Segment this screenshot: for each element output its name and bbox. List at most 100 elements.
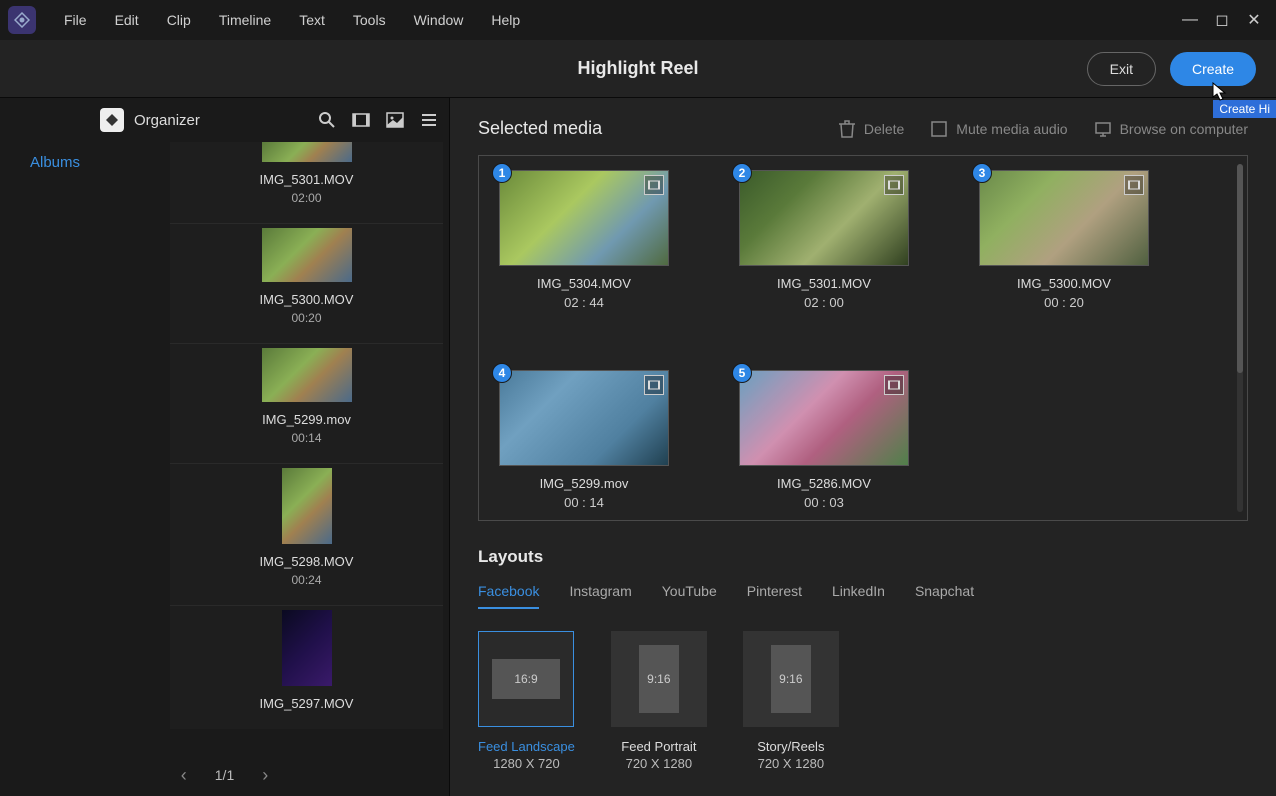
menu-text[interactable]: Text [285,6,339,34]
layout-name: Feed Portrait [611,739,707,754]
menu-window[interactable]: Window [400,6,478,34]
selected-item[interactable]: 1IMG_5304.MOV02 : 44 [499,170,669,310]
organizer-panel: Organizer Albums IMG_5301.MOV02:00IMG_53… [0,98,450,796]
media-thumbnail [282,468,332,544]
aspect-ratio-label: 9:16 [771,645,811,713]
browse-action[interactable]: Browse on computer [1094,120,1248,138]
selected-name: IMG_5286.MOV [739,476,909,491]
maximize-button[interactable]: ◻ [1208,8,1236,32]
selected-duration: 00 : 14 [499,495,669,510]
order-badge: 4 [492,363,512,383]
menu-timeline[interactable]: Timeline [205,6,285,34]
media-duration: 00:24 [170,573,443,587]
media-item[interactable]: IMG_5301.MOV02:00 [170,142,443,223]
layout-tab-youtube[interactable]: YouTube [662,583,717,609]
media-name: IMG_5298.MOV [170,554,443,569]
layout-card[interactable]: 16:9Feed Landscape1280 X 720 [478,631,575,771]
image-view-icon[interactable] [385,110,405,130]
layout-name: Story/Reels [743,739,839,754]
video-icon [884,375,904,395]
organizer-header: Organizer [0,98,449,142]
selected-duration: 02 : 00 [739,295,909,310]
selected-name: IMG_5300.MOV [979,276,1149,291]
media-name: IMG_5299.mov [170,412,443,427]
order-badge: 1 [492,163,512,183]
mute-action[interactable]: Mute media audio [930,120,1067,138]
selected-thumbnail: 2 [739,170,909,266]
media-thumbnail [262,142,352,162]
aspect-ratio-label: 9:16 [639,645,679,713]
layout-card[interactable]: 9:16 Story/Reels 720 X 1280 [743,631,839,771]
layout-tab-snapchat[interactable]: Snapchat [915,583,974,609]
selected-duration: 00 : 03 [739,495,909,510]
pager-prev[interactable]: ‹ [181,765,187,786]
layout-preview: 9:16 [611,631,707,727]
layout-cards: 16:9Feed Landscape1280 X 720 9:16 Feed Por… [478,631,1248,771]
layout-size: 720 X 1280 [743,756,839,771]
order-badge: 5 [732,363,752,383]
exit-button[interactable]: Exit [1087,52,1156,86]
order-badge: 2 [732,163,752,183]
layout-size: 720 X 1280 [611,756,707,771]
trash-icon [838,120,856,138]
computer-icon [1094,120,1112,138]
delete-action[interactable]: Delete [838,120,904,138]
menu-tools[interactable]: Tools [339,6,400,34]
scrollbar[interactable] [1237,164,1243,512]
selected-duration: 00 : 20 [979,295,1149,310]
close-button[interactable]: ✕ [1240,8,1268,32]
media-list[interactable]: IMG_5301.MOV02:00 IMG_5300.MOV 00:20 IMG_52… [170,142,449,754]
video-icon [644,175,664,195]
video-icon [644,375,664,395]
layouts-title: Layouts [478,547,1248,567]
layout-tab-instagram[interactable]: Instagram [569,583,631,609]
pager-next[interactable]: › [262,765,268,786]
selected-thumbnail: 1 [499,170,669,266]
menu-help[interactable]: Help [477,6,534,34]
layout-preview: 9:16 [743,631,839,727]
selected-item[interactable]: 3IMG_5300.MOV00 : 20 [979,170,1149,310]
albums-tab[interactable]: Albums [0,142,170,754]
media-item[interactable]: IMG_5298.MOV 00:24 [170,463,443,605]
menu-icon[interactable] [419,110,439,130]
layout-preview: 16:9 [478,631,574,727]
main-panel: Selected media Delete Mute media audio B… [450,98,1276,796]
media-item[interactable]: IMG_5299.mov 00:14 [170,343,443,463]
layout-tab-linkedin[interactable]: LinkedIn [832,583,885,609]
tooltip: Create Hi [1213,100,1276,118]
media-item[interactable]: IMG_5300.MOV 00:20 [170,223,443,343]
media-duration: 00:14 [170,431,443,445]
selected-item[interactable]: 2IMG_5301.MOV02 : 00 [739,170,909,310]
aspect-ratio-label: 16:9 [492,659,560,699]
menu-bar: FileEditClipTimelineTextToolsWindowHelp … [0,0,1276,40]
selected-item[interactable]: 5 IMG_5286.MOV 00 : 03 [739,370,909,510]
organizer-label: Organizer [134,112,200,129]
menu-clip[interactable]: Clip [153,6,205,34]
layout-tab-pinterest[interactable]: Pinterest [747,583,802,609]
selected-thumbnail: 4 [499,370,669,466]
layout-tab-facebook[interactable]: Facebook [478,583,539,609]
minimize-button[interactable]: — [1176,8,1204,32]
create-button[interactable]: Create [1170,52,1256,86]
selected-item[interactable]: 4 IMG_5299.mov 00 : 14 [499,370,669,510]
selected-thumbnail: 5 [739,370,909,466]
selected-duration: 02 : 44 [499,295,669,310]
menu-file[interactable]: File [50,6,101,34]
menu-edit[interactable]: Edit [101,6,153,34]
media-thumbnail [262,228,352,282]
selected-name: IMG_5299.mov [499,476,669,491]
video-icon [1124,175,1144,195]
media-name: IMG_5301.MOV [170,172,443,187]
pager-label: 1/1 [215,767,234,783]
media-duration: 00:20 [170,311,443,325]
layout-card[interactable]: 9:16 Feed Portrait 720 X 1280 [611,631,707,771]
order-badge: 3 [972,163,992,183]
media-item[interactable]: IMG_5297.MOV [170,605,443,729]
media-name: IMG_5300.MOV [170,292,443,307]
app-icon [8,6,36,34]
search-icon[interactable] [317,110,337,130]
layout-size: 1280 X 720 [478,756,575,771]
selected-media-grid: 1IMG_5304.MOV02 : 44 2IMG_5301.MOV02 : 00… [478,155,1248,521]
media-name: IMG_5297.MOV [170,696,443,711]
video-view-icon[interactable] [351,110,371,130]
